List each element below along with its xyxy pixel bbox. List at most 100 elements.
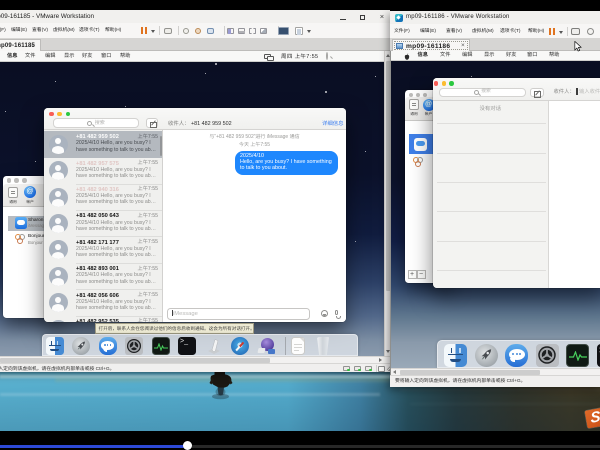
- dock-finder-icon[interactable]: [46, 337, 64, 355]
- minimize-traffic-light[interactable]: [442, 81, 447, 86]
- menu-help[interactable]: 帮助(H): [105, 28, 121, 34]
- title-bar[interactable]: mp09-161186 - VMware Workstation: [390, 11, 600, 24]
- conversation-row[interactable]: +81 482 171 177 上午7:55 2025/4/10 Hello, …: [44, 237, 163, 264]
- dock-terminal-icon[interactable]: >_: [597, 344, 600, 367]
- mac-menu-help[interactable]: 帮助: [120, 54, 130, 60]
- hard-disk-status-icon[interactable]: [343, 366, 350, 372]
- traffic-light-inactive[interactable]: [7, 178, 12, 183]
- prefs-tab-accounts[interactable]: 帐户: [22, 200, 38, 204]
- compose-button[interactable]: [530, 88, 544, 97]
- pause-dropdown-caret[interactable]: [151, 30, 155, 33]
- send-ctrl-alt-del-icon[interactable]: [164, 28, 172, 34]
- dock-safari-icon[interactable]: [231, 337, 249, 355]
- snapshot-clock-icon[interactable]: [587, 28, 594, 35]
- dock-launchpad-icon[interactable]: [72, 337, 90, 355]
- fullscreen-icon[interactable]: [249, 28, 256, 34]
- scroll-right-arrow[interactable]: [379, 358, 382, 362]
- dock-activity-monitor-icon[interactable]: [152, 337, 170, 355]
- menu-clock[interactable]: 周四 上午7:55: [281, 54, 318, 60]
- general-prefs-icon[interactable]: [8, 187, 18, 198]
- message-bubble[interactable]: 2025/4/10Hello, are you busy? I have som…: [235, 151, 338, 175]
- dock-system-preferences-icon[interactable]: [125, 337, 143, 355]
- close-button[interactable]: ×: [374, 11, 390, 23]
- pause-icon[interactable]: [549, 28, 551, 35]
- maximize-button[interactable]: [355, 11, 371, 23]
- dock-activity-monitor-icon[interactable]: [566, 344, 589, 367]
- mac-menu-messages[interactable]: 信息: [7, 54, 17, 60]
- dock-document-icon[interactable]: [291, 337, 306, 355]
- mac-menu-help[interactable]: 帮助: [549, 53, 559, 59]
- dock-finder-icon[interactable]: [444, 344, 467, 367]
- to-value[interactable]: +81 482 959 502: [191, 121, 232, 127]
- tab-active[interactable]: mp09-161185 ×: [0, 39, 41, 51]
- mac-menu-messages[interactable]: 信息: [418, 53, 428, 59]
- dock-messages-icon[interactable]: [99, 337, 117, 355]
- unity-icon[interactable]: [260, 28, 267, 34]
- conversation-row[interactable]: +81 482 056 606 上午7:55 2025/4/10 Hello, …: [44, 289, 163, 316]
- send-ctrl-alt-del-icon[interactable]: [571, 28, 580, 35]
- pause-icon[interactable]: [141, 27, 143, 34]
- traffic-light-inactive[interactable]: [22, 178, 27, 183]
- dock-trash-icon[interactable]: [316, 337, 331, 355]
- vm-screen-right[interactable]: 信息 文件 编辑 显示 好友 窗口 帮助 通用 @ 帐户 + −: [391, 51, 600, 368]
- details-button[interactable]: 详细信息: [322, 121, 344, 127]
- mac-menu-file[interactable]: 文件: [25, 54, 35, 60]
- conversation-row[interactable]: +81 482 893 001 上午7:55 2025/4/10 Hello, …: [44, 263, 163, 290]
- menu-tabs[interactable]: 选项卡(T): [500, 29, 521, 35]
- snapshot-manage-icon[interactable]: [207, 28, 214, 34]
- to-placeholder[interactable]: 输入收件人: [579, 89, 600, 95]
- message-log-icon[interactable]: [378, 366, 385, 372]
- compose-button[interactable]: [146, 118, 158, 128]
- pause-dropdown-caret[interactable]: [559, 31, 563, 34]
- mac-menu-view[interactable]: 显示: [64, 54, 74, 60]
- layout-icon[interactable]: [295, 27, 303, 35]
- thumbnail-bar-icon[interactable]: [238, 28, 245, 34]
- layout-dropdown-caret[interactable]: [307, 30, 311, 33]
- zoom-traffic-light[interactable]: [449, 81, 454, 86]
- dock-messages-icon[interactable]: [505, 344, 528, 367]
- conversation-row[interactable]: +81 482 952 535 上午7:55: [44, 316, 163, 322]
- general-prefs-icon[interactable]: [409, 99, 419, 110]
- menu-view[interactable]: 查看(V): [32, 28, 48, 34]
- mac-menu-window[interactable]: 窗口: [527, 53, 537, 59]
- tab-active[interactable]: mp09-161186 ×: [392, 39, 470, 51]
- accounts-at-icon[interactable]: @: [24, 186, 36, 198]
- cd-status-icon[interactable]: [354, 366, 361, 372]
- horizontal-scrollbar[interactable]: [0, 356, 391, 363]
- menu-vm[interactable]: 虚拟机(M): [53, 28, 75, 34]
- list-scrollbar-thumb[interactable]: [160, 136, 162, 156]
- mac-menu-file[interactable]: 文件: [440, 53, 450, 59]
- prefs-tab-general[interactable]: 通用: [5, 200, 21, 204]
- vm-screen-left[interactable]: 信息 文件 编辑 显示 好友 窗口 帮助 周四 上午7:55 通用 @ 帐户 S…: [0, 51, 384, 356]
- tab-close-icon[interactable]: ×: [31, 42, 35, 49]
- menu-view[interactable]: 查看(V): [446, 29, 462, 35]
- search-input[interactable]: 搜索: [53, 118, 139, 128]
- snapshot-revert-icon[interactable]: [195, 28, 201, 34]
- conversation-row[interactable]: +81 482 957 575 上午7:55 2025/4/10 Hello, …: [44, 157, 163, 184]
- scroll-thumb[interactable]: [0, 358, 270, 363]
- emoji-picker-icon[interactable]: [321, 310, 328, 317]
- menu-tabs[interactable]: 选项卡(T): [79, 28, 100, 34]
- traffic-light-inactive[interactable]: [14, 178, 19, 183]
- dock-network-globe-icon[interactable]: [257, 337, 275, 355]
- mac-menu-window[interactable]: 窗口: [101, 54, 111, 60]
- mac-menu-edit[interactable]: 编辑: [45, 54, 55, 60]
- show-library-icon[interactable]: [227, 28, 234, 34]
- console-view-icon[interactable]: [278, 27, 289, 35]
- spotlight-icon[interactable]: [326, 52, 328, 60]
- minimize-button[interactable]: [335, 11, 351, 23]
- microphone-icon[interactable]: [335, 310, 338, 316]
- conversation-row[interactable]: +81 482 050 643 上午7:55 2025/4/10 Hello, …: [44, 210, 163, 237]
- dock-launchpad-icon[interactable]: [475, 344, 498, 367]
- conversation-row[interactable]: +81 482 959 502 上午7:55 2025/4/10 Hello, …: [44, 131, 163, 158]
- menu-edit[interactable]: 编辑(E): [11, 28, 27, 34]
- menu-help[interactable]: 帮助(H): [528, 29, 544, 35]
- message-input[interactable]: iMessage: [167, 308, 310, 320]
- mac-menu-buddies[interactable]: 好友: [506, 53, 516, 59]
- search-input[interactable]: 搜索: [439, 88, 527, 97]
- title-bar[interactable]: mp09-161185 - VMware Workstation ×: [0, 10, 390, 23]
- conversation-row[interactable]: +81 482 940 316 上午7:55 2025/4/10 Hello, …: [44, 184, 163, 211]
- snapshot-clock-icon[interactable]: [183, 28, 189, 34]
- add-account-button[interactable]: +: [408, 270, 417, 279]
- close-traffic-light[interactable]: [434, 81, 439, 86]
